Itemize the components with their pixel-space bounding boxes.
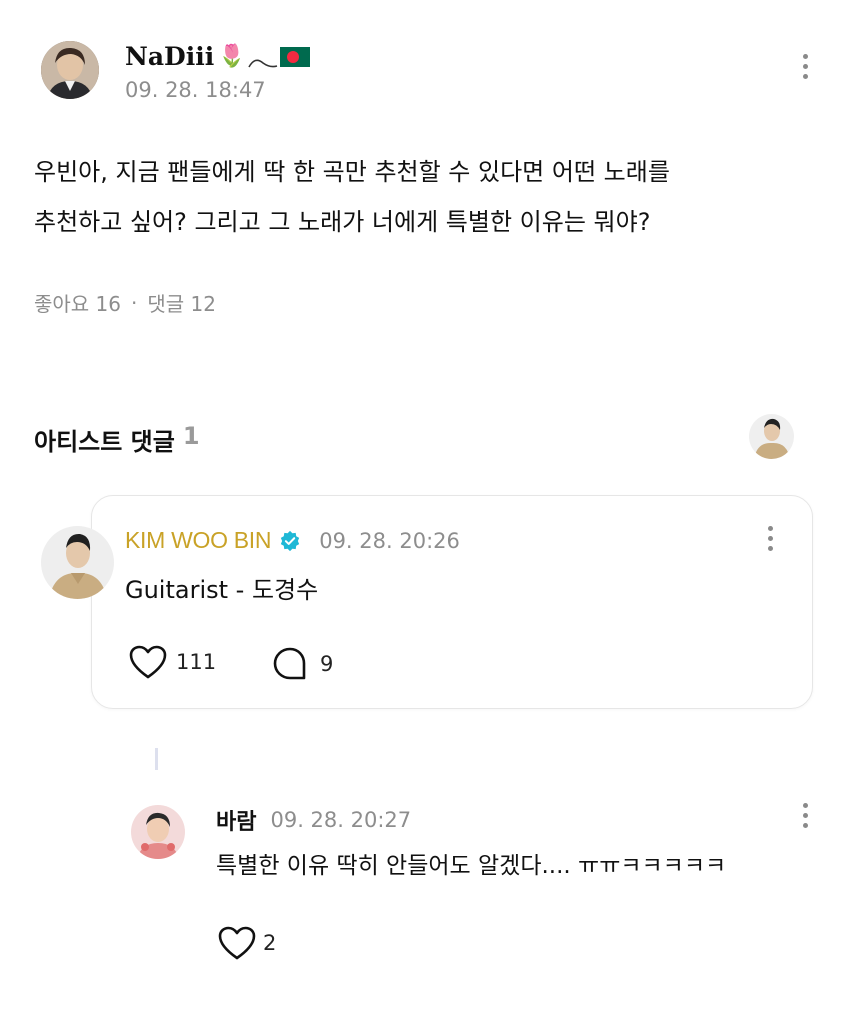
post-likes-label[interactable]: 좋아요 16 xyxy=(34,288,121,317)
artist-person-icon xyxy=(749,414,794,459)
post-body-line-2: 추천하고 싶어? 그리고 그 노래가 너에게 특별한 이유는 뭐야? xyxy=(34,208,651,236)
reply-author[interactable]: 바람 xyxy=(216,804,256,836)
reply-like-button[interactable]: 2 xyxy=(217,925,276,961)
post-author-avatar[interactable] xyxy=(41,41,99,99)
reply-timestamp: 09. 28. 20:27 xyxy=(270,808,412,832)
reply-header: 바람 09. 28. 20:27 xyxy=(216,804,411,836)
artist-like-count: 111 xyxy=(176,650,217,674)
artist-comment-header: KIM WOO BIN 09. 28. 20:26 xyxy=(125,527,460,554)
post-stats: 좋아요 16 · 댓글 12 xyxy=(34,288,216,317)
post-comments-label[interactable]: 댓글 12 xyxy=(147,288,216,317)
artist-comment-text: Guitarist - 도경수 xyxy=(125,576,319,604)
artist-reply-button[interactable]: 9 xyxy=(272,646,333,682)
post-more-menu-icon[interactable] xyxy=(800,54,810,79)
verified-badge-icon xyxy=(281,530,300,551)
bangladesh-flag-icon xyxy=(279,46,310,67)
artist-avatar-small[interactable] xyxy=(749,414,794,459)
artist-comment-timestamp: 09. 28. 20:26 xyxy=(319,528,460,553)
stats-separator: · xyxy=(131,290,138,315)
comment-bubble-icon xyxy=(273,647,306,680)
post-author-row: NaDiii 🌷 xyxy=(125,42,310,71)
person-avatar-icon xyxy=(41,41,99,99)
artist-comment-more-icon[interactable] xyxy=(765,526,775,551)
tulip-icon: 🌷 xyxy=(218,44,246,69)
artist-comments-heading: 아티스트 댓글 1 xyxy=(34,422,200,457)
artist-reply-count: 9 xyxy=(320,652,334,676)
reply-author-avatar[interactable] xyxy=(131,805,185,859)
reply-text: 특별한 이유 딱히 안들어도 알겠다.... ㅠㅠㅋㅋㅋㅋㅋ xyxy=(216,853,727,879)
wave-line-icon xyxy=(247,58,277,67)
post-author-name[interactable]: NaDiii xyxy=(125,42,214,71)
post-timestamp: 09. 28. 18:47 xyxy=(125,78,266,102)
artist-comment-avatar[interactable] xyxy=(41,526,114,599)
artist-comments-title: 아티스트 댓글 xyxy=(34,428,175,456)
thread-connector-line xyxy=(155,748,158,770)
artist-comment-author[interactable]: KIM WOO BIN xyxy=(125,527,272,554)
reply-person-icon xyxy=(131,805,185,859)
artist-comments-count: 1 xyxy=(182,422,200,450)
post-body-line-1: 우빈아, 지금 팬들에게 딱 한 곡만 추천할 수 있다면 어떤 노래를 xyxy=(34,158,670,186)
reply-more-icon[interactable] xyxy=(800,803,810,828)
heart-icon xyxy=(129,645,167,679)
artist-like-button[interactable]: 111 xyxy=(128,644,216,680)
heart-icon xyxy=(218,926,256,960)
artist-person-icon-large xyxy=(41,526,114,599)
reply-like-count: 2 xyxy=(263,931,277,955)
